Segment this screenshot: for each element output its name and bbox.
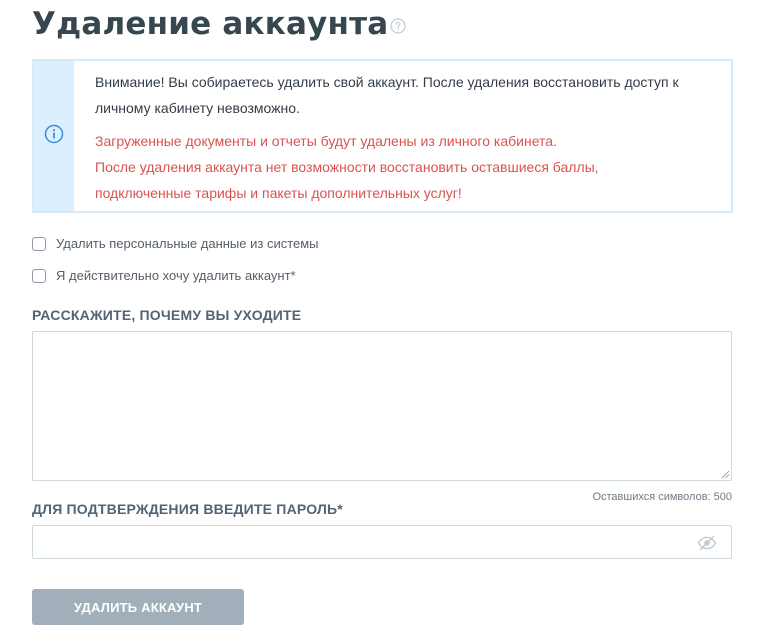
delete-personal-data-checkbox[interactable] [32, 236, 46, 251]
page-title: Удаление аккаунта [32, 6, 389, 42]
chars-left-counter: Оставшихся символов: 500 [592, 491, 732, 503]
delete-account-page: Удаление аккаунта Внимание! Вы собираете… [0, 0, 779, 637]
question-circle-icon[interactable] [390, 18, 406, 34]
resize-handle-icon[interactable] [720, 469, 730, 479]
alert-icon-column [34, 61, 74, 211]
alert-warning-line: Загруженные документы и отчеты будут уда… [95, 133, 557, 149]
reason-textarea[interactable] [32, 331, 732, 481]
password-label: ДЛЯ ПОДТВЕРЖДЕНИЯ ВВЕДИТЕ ПАРОЛЬ* [32, 501, 343, 517]
confirm-delete-option[interactable]: Я действительно хочу удалить аккаунт* [32, 268, 296, 283]
confirm-delete-label: Я действительно хочу удалить аккаунт* [56, 268, 296, 283]
alert-notice-text: Внимание! Вы собираетесь удалить свой ак… [95, 74, 679, 116]
alert-warning-text: Загруженные документы и отчеты будут уда… [95, 128, 711, 206]
delete-account-button[interactable]: УДАЛИТЬ АККАУНТ [32, 589, 244, 625]
alert-warning-line: После удаления аккаунта нет возможности … [95, 159, 599, 175]
info-circle-icon [44, 124, 64, 149]
password-input[interactable] [32, 525, 732, 559]
confirm-delete-checkbox[interactable] [32, 268, 46, 283]
delete-personal-data-label: Удалить персональные данные из системы [56, 236, 319, 251]
warning-alert: Внимание! Вы собираетесь удалить свой ак… [32, 59, 733, 213]
title-row: Удаление аккаунта [32, 4, 406, 44]
delete-personal-data-option[interactable]: Удалить персональные данные из системы [32, 236, 319, 251]
reason-label: РАССКАЖИТЕ, ПОЧЕМУ ВЫ УХОДИТЕ [32, 307, 302, 323]
alert-warning-line: подключенные тарифы и пакеты дополнитель… [95, 185, 462, 201]
alert-body: Внимание! Вы собираетесь удалить свой ак… [74, 61, 731, 211]
eye-slash-icon[interactable] [697, 535, 717, 551]
